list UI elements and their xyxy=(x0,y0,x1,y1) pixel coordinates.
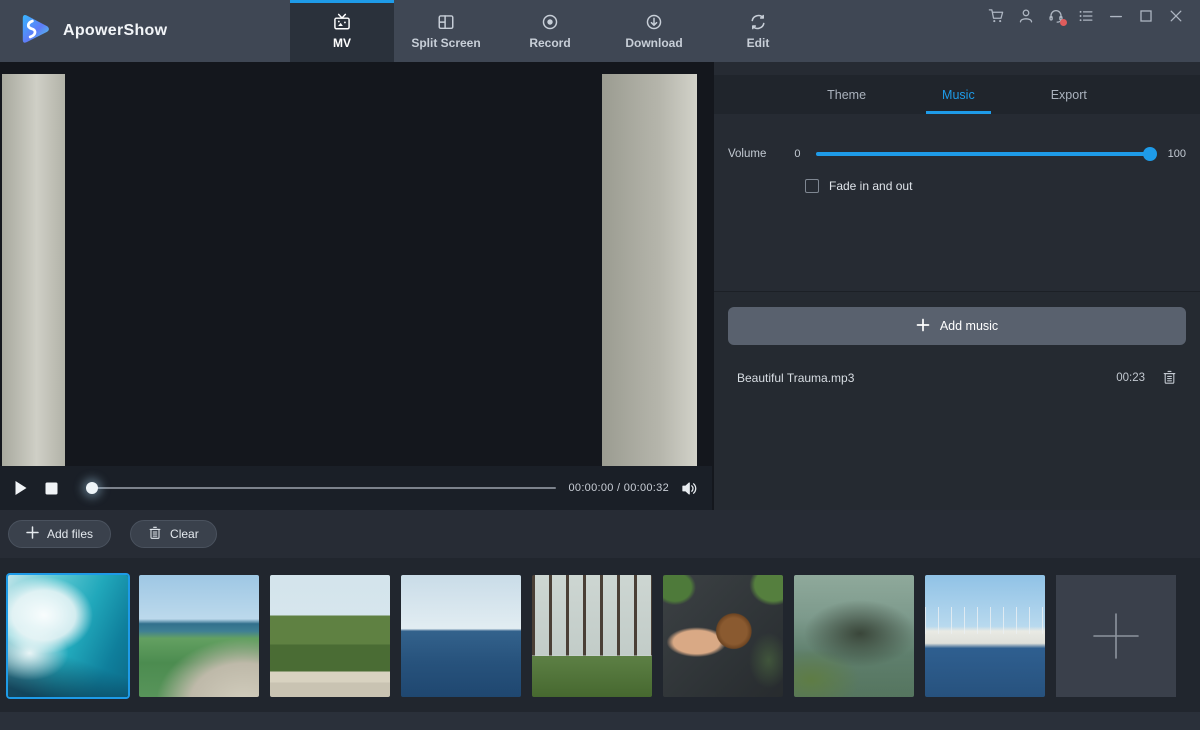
app-title: ApowerShow xyxy=(63,22,167,40)
tab-theme[interactable]: Theme xyxy=(811,75,882,114)
trash-icon xyxy=(148,526,162,543)
titlebar-system-icons xyxy=(988,0,1200,62)
music-list-section: Add music Beautiful Trauma.mp3 00:23 xyxy=(714,291,1200,510)
plus-icon xyxy=(26,526,39,542)
clear-label: Clear xyxy=(170,527,199,541)
time-display: 00:00:00 / 00:00:32 xyxy=(568,482,669,494)
tab-music-label: Music xyxy=(942,88,975,102)
stop-button[interactable] xyxy=(42,479,60,497)
support-headset-icon[interactable] xyxy=(1048,8,1064,24)
fade-checkbox-label: Fade in and out xyxy=(829,179,912,193)
nav-tab-download[interactable]: Download xyxy=(602,0,706,62)
play-button[interactable] xyxy=(12,479,30,497)
add-media-tile[interactable] xyxy=(1056,575,1176,697)
frame-right-matte xyxy=(602,74,697,466)
volume-max-label: 100 xyxy=(1168,148,1186,160)
sync-icon xyxy=(749,13,767,31)
tv-icon xyxy=(333,13,351,31)
frame-left-matte xyxy=(2,74,65,466)
add-music-button[interactable]: Add music xyxy=(728,307,1186,345)
thumbnail-banana-plants[interactable] xyxy=(270,575,390,697)
fade-checkbox[interactable] xyxy=(805,179,819,193)
tab-theme-label: Theme xyxy=(827,88,866,102)
nav-tab-record[interactable]: Record xyxy=(498,0,602,62)
thumbnail-open-sea[interactable] xyxy=(401,575,521,697)
panel-tabs: Theme Music Export xyxy=(714,75,1200,114)
nav-tab-label: Edit xyxy=(747,36,770,50)
nav-tab-label: Record xyxy=(529,36,570,50)
preview-column: 00:00:00 / 00:00:32 xyxy=(0,62,712,510)
thumbnail-pine-forest[interactable] xyxy=(532,575,652,697)
maximize-button[interactable] xyxy=(1138,8,1154,24)
menu-list-icon[interactable] xyxy=(1078,8,1094,24)
volume-slider-fill xyxy=(816,152,1151,156)
video-preview xyxy=(0,62,712,466)
add-files-button[interactable]: Add files xyxy=(8,520,111,548)
thumbnail-marina-boats[interactable] xyxy=(925,575,1045,697)
nav-tab-label: Download xyxy=(625,36,682,50)
tab-export-label: Export xyxy=(1051,88,1087,102)
track-row[interactable]: Beautiful Trauma.mp3 00:23 xyxy=(728,370,1186,385)
nav-tab-label: MV xyxy=(333,36,351,50)
main-nav: MV Split Screen Record xyxy=(290,0,810,62)
volume-slider[interactable] xyxy=(816,152,1151,156)
brand: ApowerShow xyxy=(0,0,290,62)
plus-icon xyxy=(1087,607,1145,665)
delete-track-icon[interactable] xyxy=(1162,370,1177,385)
nav-tab-split-screen[interactable]: Split Screen xyxy=(394,0,498,62)
panel-top-pad xyxy=(714,62,1200,75)
video-frame xyxy=(2,74,697,466)
titlebar: ApowerShow MV xyxy=(0,0,1200,62)
shopping-cart-icon[interactable] xyxy=(988,8,1004,24)
nav-tab-label: Split Screen xyxy=(411,36,480,50)
seek-bar[interactable] xyxy=(86,481,556,495)
app-logo-icon xyxy=(18,12,52,51)
thumbnail-rocky-shore[interactable] xyxy=(794,575,914,697)
tab-music[interactable]: Music xyxy=(926,75,991,114)
thumbnail-strip xyxy=(0,558,1200,712)
volume-row: Volume 0 100 xyxy=(714,148,1200,160)
seek-track[interactable] xyxy=(86,487,556,489)
fade-row: Fade in and out xyxy=(714,179,1200,193)
nav-tab-mv[interactable]: MV xyxy=(290,0,394,62)
player-bar: 00:00:00 / 00:00:32 xyxy=(0,466,712,510)
thumbnail-coastal-path[interactable] xyxy=(139,575,259,697)
clear-button[interactable]: Clear xyxy=(130,520,217,548)
download-icon xyxy=(645,13,663,31)
split-screen-icon xyxy=(437,13,455,31)
music-controls: Volume 0 100 Fade in and out xyxy=(714,114,1200,291)
preview-photo-ocean-wave xyxy=(65,74,602,466)
plus-icon xyxy=(916,318,930,335)
bottom-status-bar xyxy=(0,712,1200,730)
track-name: Beautiful Trauma.mp3 xyxy=(737,371,1116,385)
nav-tab-edit[interactable]: Edit xyxy=(706,0,810,62)
volume-label: Volume xyxy=(728,148,766,160)
minimize-button[interactable] xyxy=(1108,8,1124,24)
progress-dot[interactable] xyxy=(86,482,98,494)
media-actions-row: Add files Clear xyxy=(0,510,1200,558)
close-button[interactable] xyxy=(1168,8,1184,24)
track-duration: 00:23 xyxy=(1116,372,1145,384)
notification-badge xyxy=(1060,19,1067,26)
speaker-icon[interactable] xyxy=(681,480,698,497)
volume-slider-thumb[interactable] xyxy=(1143,147,1157,161)
volume-min-label: 0 xyxy=(794,148,800,160)
add-music-label: Add music xyxy=(940,319,998,333)
app-window: ApowerShow MV xyxy=(0,0,1200,730)
tab-export[interactable]: Export xyxy=(1035,75,1103,114)
add-files-label: Add files xyxy=(47,527,93,541)
record-icon xyxy=(541,13,559,31)
main-area: 00:00:00 / 00:00:32 Theme Music Export xyxy=(0,62,1200,510)
user-account-icon[interactable] xyxy=(1018,8,1034,24)
right-panel: Theme Music Export Volume 0 100 Fade in … xyxy=(714,62,1200,510)
thumbnail-hand-spoon-water[interactable] xyxy=(663,575,783,697)
thumbnail-ocean-wave[interactable] xyxy=(8,575,128,697)
